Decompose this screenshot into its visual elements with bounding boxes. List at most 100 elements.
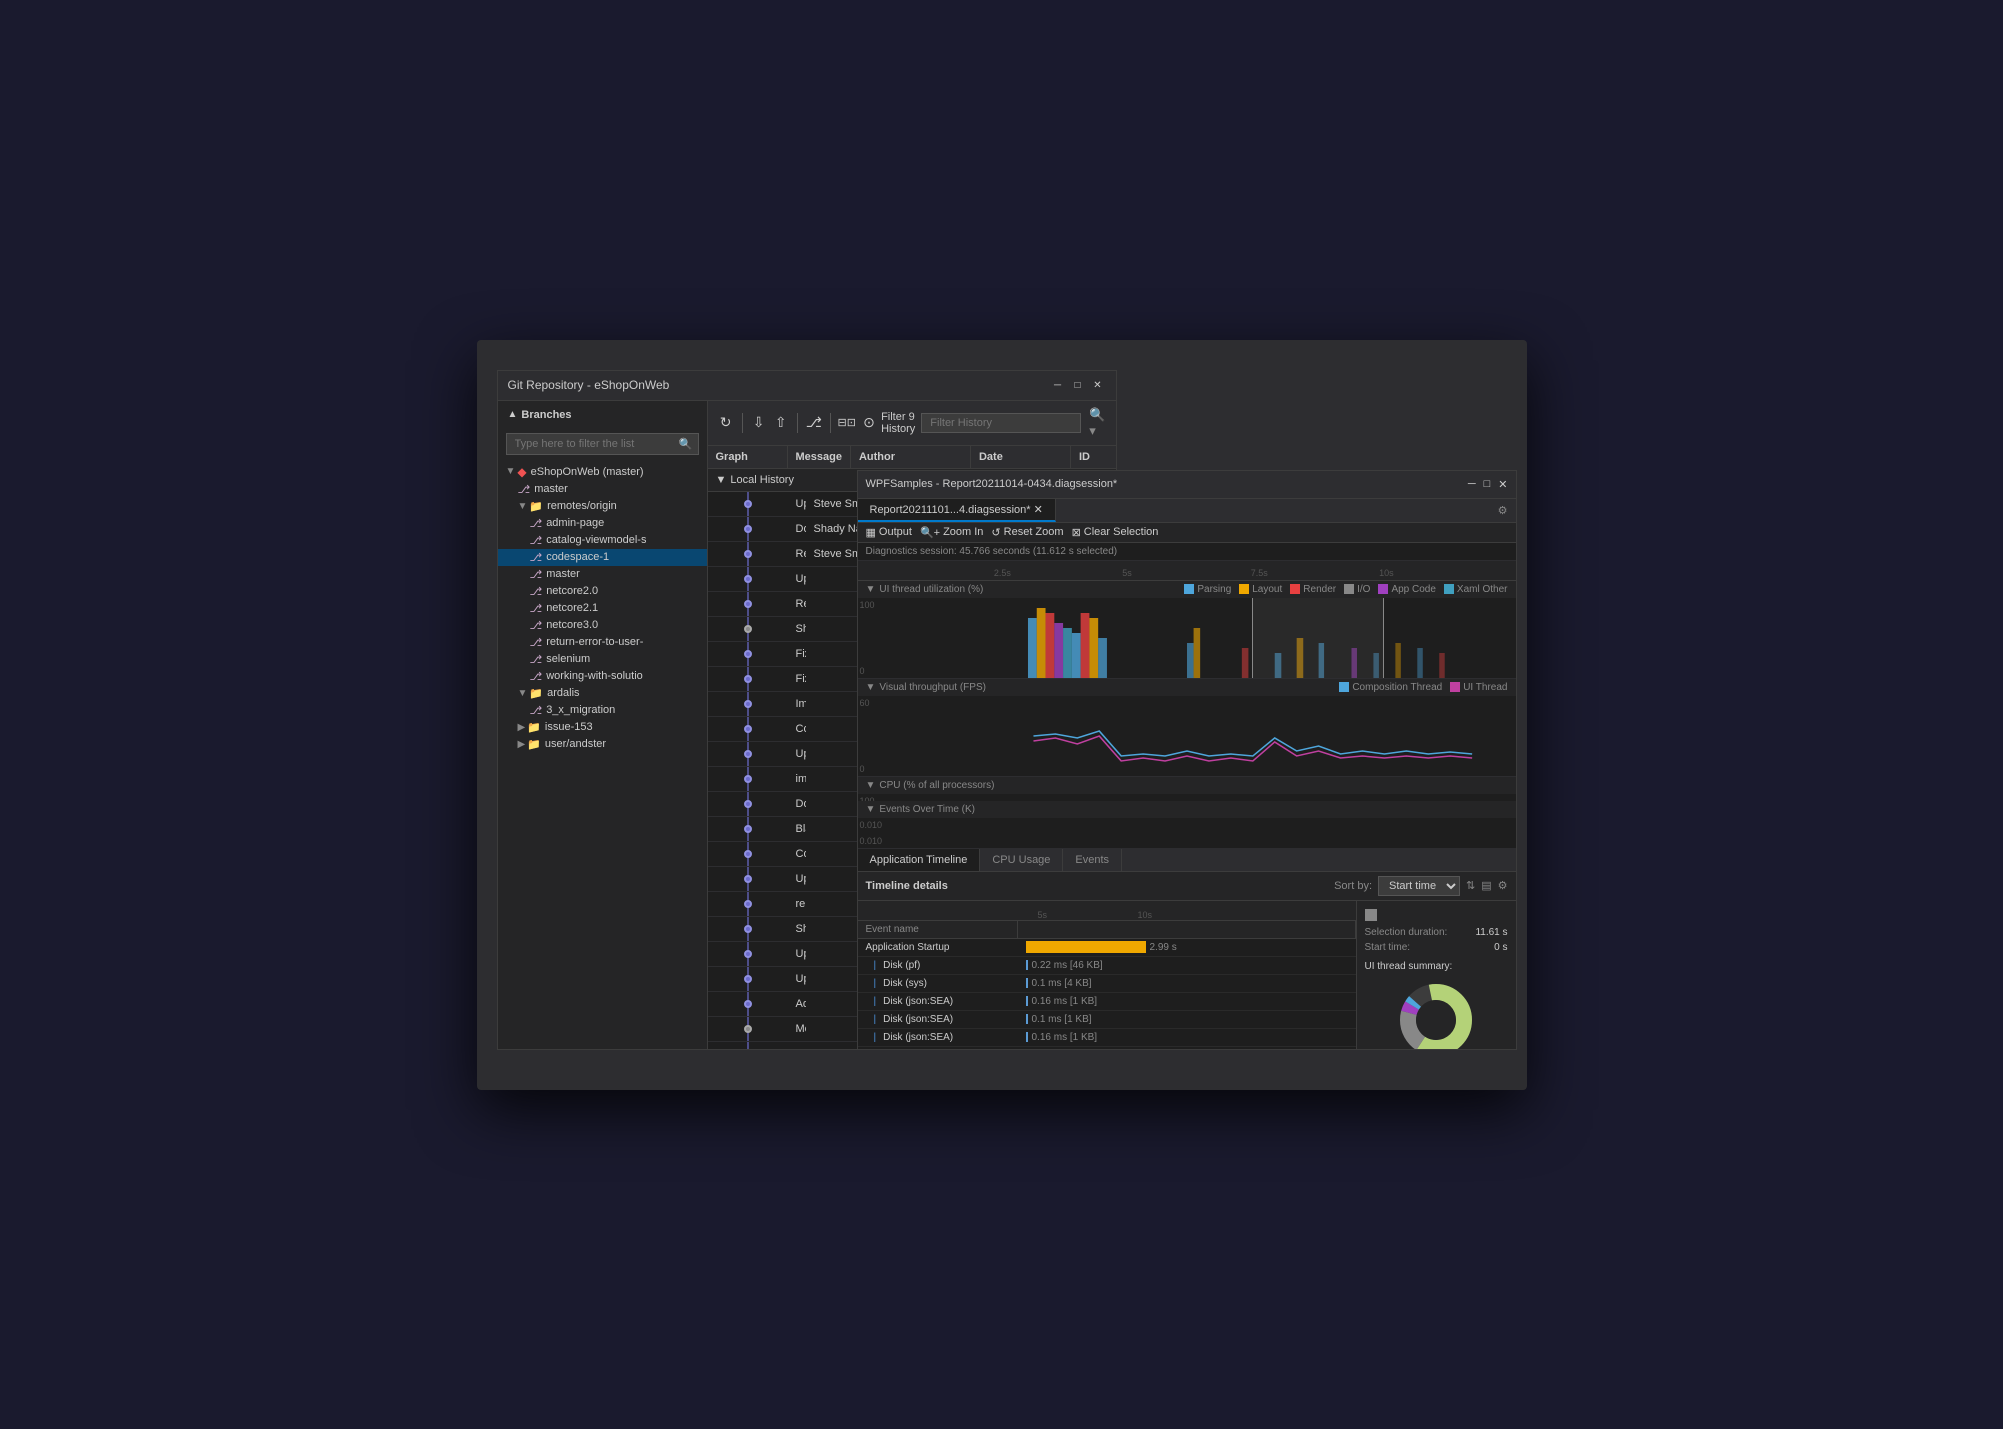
tree-item-admin-page[interactable]: ⎇ admin-page <box>498 515 707 532</box>
tree-item-ardalis[interactable]: ▼ 📁 ardalis <box>498 685 707 702</box>
graph-cell-wrapper <box>708 842 788 866</box>
tree-item-return-error[interactable]: ⎇ return-error-to-user- <box>498 634 707 651</box>
tree-item-catalog-viewmodel[interactable]: ⎇ catalog-viewmodel-s <box>498 532 707 549</box>
event-value-disk-json-1: 0.16 ms [1 KB] <box>1032 996 1098 1007</box>
session-info: Diagnostics session: 45.766 seconds (11.… <box>858 543 1516 561</box>
fps-y-max: 60 <box>860 698 870 708</box>
chart-title-cpu: CPU (% of all processors) <box>879 780 994 791</box>
event-row-app-startup[interactable]: Application Startup 2.99 s <box>858 939 1356 957</box>
graph-cell <box>708 567 788 591</box>
event-row-disk-json-sea-2[interactable]: | Disk (json:SEA) 0.1 ms [1 KB] <box>858 1011 1356 1029</box>
graph-dot <box>744 875 752 883</box>
tree-item-master-remote[interactable]: ⎇ master <box>498 566 707 583</box>
graph-cell-wrapper <box>708 792 788 816</box>
graph-cell-wrapper <box>708 492 788 516</box>
tree-item-netcore21[interactable]: ⎇ netcore2.1 <box>498 600 707 617</box>
tab-events[interactable]: Events <box>1063 849 1122 871</box>
graph-cell-wrapper <box>708 967 788 991</box>
clear-selection-button[interactable]: ⊠ Clear Selection <box>1072 526 1159 539</box>
stats-icon-row <box>1365 909 1508 921</box>
commit-message-cell: Docker working without Configure Configu… <box>788 517 806 541</box>
filter-history-search-icon[interactable]: 🔍▾ <box>1087 405 1107 441</box>
tree-label-user-andster: user/andster <box>545 738 606 750</box>
collapse-icon: ▼ <box>866 682 876 693</box>
events-chart-header[interactable]: ▼ Events Over Time (K) <box>858 801 1516 818</box>
diag-maximize-button[interactable]: □ <box>1484 478 1491 491</box>
event-row-disk-pf[interactable]: | Disk (pf) 0.22 ms [46 KB] <box>858 957 1356 975</box>
close-button[interactable]: ✕ <box>1090 377 1106 393</box>
pull-button[interactable]: ⇩ <box>748 410 768 436</box>
output-icon: ▦ <box>866 526 876 539</box>
tree-item-master-local[interactable]: ⎇ master <box>498 481 707 498</box>
reset-zoom-button[interactable]: ↺ Reset Zoom <box>991 526 1063 539</box>
sort-select[interactable]: Start time Duration <box>1378 876 1460 896</box>
cpu-chart-header[interactable]: ▼ CPU (% of all processors) <box>858 777 1516 794</box>
minimize-button[interactable]: ─ <box>1050 377 1066 393</box>
tree-label-netcore21: netcore2.1 <box>546 602 598 614</box>
tree-item-netcore20[interactable]: ⎇ netcore2.0 <box>498 583 707 600</box>
event-row-disk-json-sea-1[interactable]: | Disk (json:SEA) 0.16 ms [1 KB] <box>858 993 1356 1011</box>
branch-icon: ⎇ <box>530 636 543 649</box>
tree-item-eshop[interactable]: ▼ ◆ eShopOnWeb (master) <box>498 463 707 481</box>
output-button[interactable]: ▦ Output <box>866 526 912 539</box>
graph-cell-wrapper <box>708 717 788 741</box>
ui-thread-chart-header[interactable]: ▼ UI thread utilization (%) Parsing Layo… <box>858 581 1516 598</box>
stat-value-selection: 11.61 s <box>1475 927 1507 938</box>
diag-tab-report[interactable]: Report20211101...4.diagsession* ✕ <box>858 499 1056 522</box>
event-value-disk-json-3: 0.16 ms [1 KB] <box>1032 1032 1098 1043</box>
graph-cell-wrapper <box>708 592 788 616</box>
event-row-disk-sys[interactable]: | Disk (sys) 0.1 ms [4 KB] <box>858 975 1356 993</box>
graph-layout-button[interactable]: ⊟⊡ <box>837 410 857 436</box>
app-startup-bar <box>1026 941 1146 953</box>
tree-item-selenium[interactable]: ⎇ selenium <box>498 651 707 668</box>
clear-selection-icon: ⊠ <box>1072 526 1081 539</box>
tree-item-issue-153[interactable]: ▶ 📁 issue-153 <box>498 719 707 736</box>
sort-icon[interactable]: ⇅ <box>1466 879 1475 892</box>
expand-icon: ▶ <box>518 739 526 750</box>
tab-application-timeline[interactable]: Application Timeline <box>858 849 981 871</box>
event-row-disk-json-sea-4[interactable]: | Disk (json:SEA) 0.17 ms [1 KB] <box>858 1047 1356 1049</box>
refresh-button[interactable]: ↻ <box>716 410 736 436</box>
fps-chart-header[interactable]: ▼ Visual throughput (FPS) Composition Th… <box>858 679 1516 696</box>
tree-label-working: working-with-solutio <box>546 670 643 682</box>
graph-cell-wrapper <box>708 992 788 1016</box>
branch-filter-input[interactable] <box>506 433 699 455</box>
events-chart-section: ▼ Events Over Time (K) 0.010 0.010 <box>858 801 1516 849</box>
graph-cell-wrapper <box>708 642 788 666</box>
branches-label: Branches <box>521 409 571 421</box>
tab-cpu-usage[interactable]: CPU Usage <box>980 849 1063 871</box>
filter-history-input[interactable] <box>921 413 1081 433</box>
graph-cell <box>708 867 788 891</box>
maximize-button[interactable]: □ <box>1070 377 1086 393</box>
tree-item-user-andster[interactable]: ▶ 📁 user/andster <box>498 736 707 753</box>
push-button[interactable]: ⇧ <box>771 410 791 436</box>
diag-settings-icon[interactable]: ⚙ <box>1498 504 1508 517</box>
filter-search-icon: 🔍 <box>679 437 693 450</box>
collapse-icon: ▼ <box>866 584 876 595</box>
tree-item-3x-migration[interactable]: ⎇ 3_x_migration <box>498 702 707 719</box>
options-button[interactable]: ⊙ <box>859 410 879 436</box>
event-value-disk-pf: 0.22 ms [46 KB] <box>1032 960 1103 971</box>
tree-item-working-solutio[interactable]: ⎇ working-with-solutio <box>498 668 707 685</box>
graph-cell-wrapper <box>708 617 788 641</box>
graph-dot-merge <box>744 625 752 633</box>
zoom-in-button[interactable]: 🔍+ Zoom In <box>920 526 983 539</box>
branch-button[interactable]: ⎇ <box>804 410 824 436</box>
filter-icon[interactable]: ▤ <box>1481 879 1491 892</box>
diag-minimize-button[interactable]: ─ <box>1468 478 1476 491</box>
local-history-label: Local History <box>730 474 794 486</box>
tree-item-netcore30[interactable]: ⎇ netcore3.0 <box>498 617 707 634</box>
event-row-disk-json-sea-3[interactable]: | Disk (json:SEA) 0.16 ms [1 KB] <box>858 1029 1356 1047</box>
charts-area: ▼ UI thread utilization (%) Parsing Layo… <box>858 581 1516 801</box>
tree-item-codespace-1[interactable]: ⎇ codespace-1 <box>498 549 707 566</box>
diag-close-button[interactable]: ✕ <box>1498 478 1507 491</box>
graph-line <box>747 1042 749 1049</box>
legend-dot-xaml <box>1444 584 1454 594</box>
tree-item-remotes-origin[interactable]: ▼ 📁 remotes/origin <box>498 498 707 515</box>
events-col-bar <box>1018 921 1356 938</box>
timeline-details-header: Timeline details Sort by: Start time Dur… <box>858 872 1516 901</box>
legend-label-render: Render <box>1303 584 1336 595</box>
event-name-disk-json-2: | Disk (json:SEA) <box>858 1011 1018 1028</box>
settings-icon[interactable]: ⚙ <box>1498 879 1508 892</box>
commit-message-cell: Shady nagy/remove newton s... <box>788 617 806 641</box>
